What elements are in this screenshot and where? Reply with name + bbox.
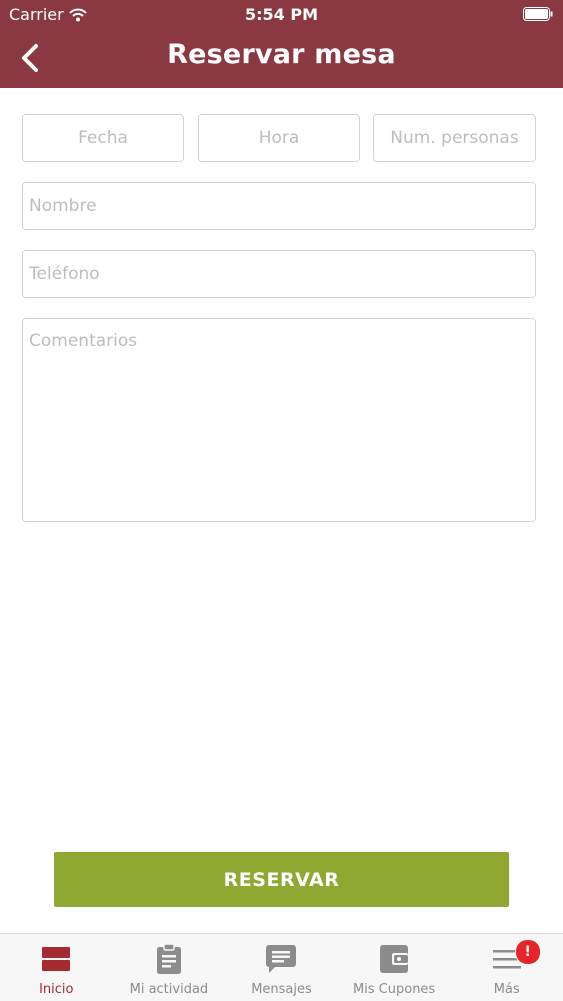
page-title: Reservar mesa: [167, 39, 396, 70]
tab-mis-cupones[interactable]: Mis Cupones: [338, 934, 451, 1001]
home-icon: [42, 944, 71, 974]
battery-icon: [523, 7, 553, 21]
wallet-icon: [380, 944, 409, 974]
phone-field[interactable]: [22, 250, 536, 298]
reserve-button[interactable]: RESERVAR: [54, 852, 509, 907]
status-time: 5:54 PM: [244, 5, 318, 24]
tab-label: Mensajes: [251, 982, 312, 997]
app-header: Carrier 5:54 PM Reservar mesa: [0, 0, 563, 88]
comments-field[interactable]: [22, 318, 536, 522]
tab-label: Mi actividad: [129, 982, 209, 997]
tab-bar: Inicio Mi actividad Mensajes Mis Cupones…: [0, 933, 563, 1001]
message-icon: [266, 944, 297, 974]
date-field[interactable]: [22, 114, 184, 162]
tab-label: Mis Cupones: [352, 982, 436, 997]
tab-mensajes[interactable]: Mensajes: [225, 934, 338, 1001]
tab-label: Más: [493, 982, 520, 997]
clipboard-icon: [156, 944, 181, 974]
name-field[interactable]: [22, 182, 536, 230]
time-field[interactable]: [198, 114, 360, 162]
navigation-bar: Reservar mesa: [0, 30, 563, 88]
notification-badge: !: [514, 939, 541, 965]
tab-inicio[interactable]: Inicio: [0, 934, 113, 1001]
party-size-field[interactable]: [373, 114, 536, 162]
status-bar: Carrier 5:54 PM: [0, 0, 563, 30]
tab-label: Inicio: [39, 982, 74, 997]
tab-mi-actividad[interactable]: Mi actividad: [113, 934, 226, 1001]
tab-mas[interactable]: ! Más: [450, 934, 563, 1001]
